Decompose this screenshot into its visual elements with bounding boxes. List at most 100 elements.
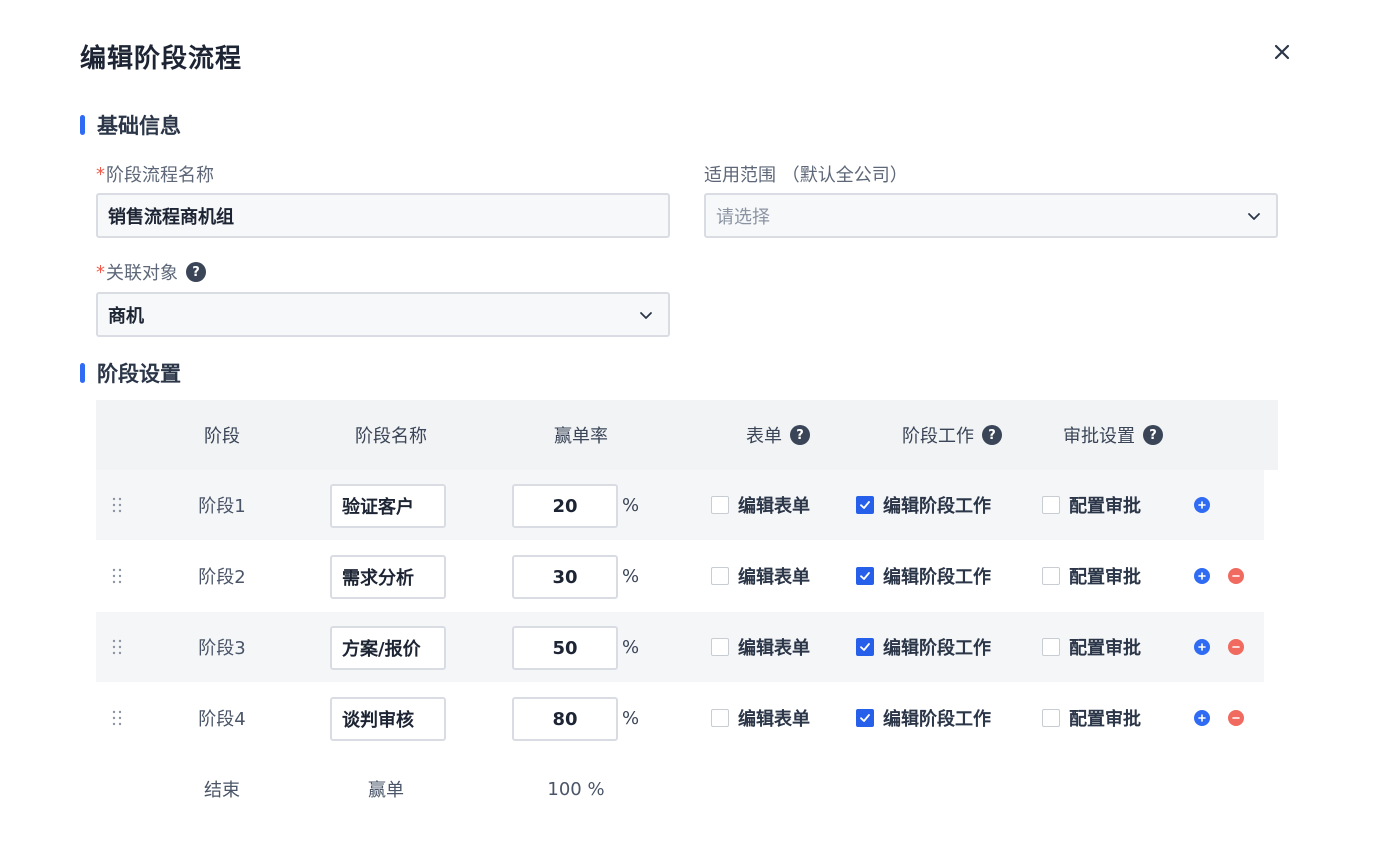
percent-sign: %: [622, 565, 640, 587]
question-circle-icon[interactable]: ?: [982, 425, 1002, 445]
checkbox[interactable]: [711, 638, 729, 656]
percent-sign: %: [622, 494, 640, 516]
checkbox[interactable]: [856, 496, 874, 514]
checkbox[interactable]: [711, 567, 729, 585]
check-icon: [860, 572, 870, 580]
checkbox[interactable]: [1042, 567, 1060, 585]
config-approval-checkbox[interactable]: 配置审批: [1042, 683, 1141, 753]
edit-stage-work-checkbox[interactable]: 编辑阶段工作: [856, 541, 991, 611]
stage-name-input[interactable]: 谈判审核: [330, 697, 446, 741]
section-accent-bar: [80, 115, 85, 135]
edit-form-label: 编辑表单: [738, 496, 810, 517]
table-row: 阶段3 方案/报价 50 % 编辑表单 编辑阶段工作 配置审批: [96, 612, 1264, 682]
check-icon: [860, 501, 870, 509]
stage-flow-name-input[interactable]: 销售流程商机组: [96, 193, 670, 238]
drag-handle-icon[interactable]: [110, 497, 124, 513]
config-approval-checkbox[interactable]: 配置审批: [1042, 541, 1141, 611]
chevron-down-icon: [640, 311, 652, 319]
drag-handle-icon[interactable]: [110, 710, 124, 726]
add-stage-button[interactable]: [1194, 568, 1210, 584]
config-approval-checkbox[interactable]: 配置审批: [1042, 470, 1141, 540]
related-object-label: * 关联对象 ?: [96, 259, 206, 285]
config-approval-label: 配置审批: [1069, 638, 1141, 659]
chevron-down-icon: [1248, 212, 1260, 220]
end-win-rate: 100 %: [547, 778, 605, 800]
stage-table-header: 阶段 阶段名称 赢单率 表单 ? 阶段工作 ? 审批设置 ?: [96, 400, 1278, 470]
win-rate-input[interactable]: 30: [512, 555, 618, 599]
plus-circle-icon: [1198, 572, 1206, 580]
stage-label: 阶段2: [198, 567, 246, 588]
close-button[interactable]: [1268, 38, 1296, 66]
close-icon: [1274, 44, 1290, 60]
scope-select[interactable]: 请选择: [704, 193, 1278, 238]
question-circle-icon[interactable]: ?: [186, 262, 206, 282]
column-header-form: 表单 ?: [718, 400, 838, 470]
minus-circle-icon: [1232, 646, 1240, 648]
question-circle-icon[interactable]: ?: [1143, 425, 1163, 445]
table-row: 阶段4 谈判审核 80 % 编辑表单 编辑阶段工作 配置审批: [96, 683, 1264, 753]
check-icon: [860, 643, 870, 651]
required-mark: *: [96, 261, 105, 283]
basic-info-section-header: 基础信息: [80, 110, 181, 140]
edit-form-checkbox[interactable]: 编辑表单: [711, 470, 810, 540]
checkbox[interactable]: [1042, 709, 1060, 727]
plus-circle-icon: [1198, 501, 1206, 509]
column-header-approval: 审批设置 ?: [1044, 400, 1182, 470]
edit-stage-work-checkbox[interactable]: 编辑阶段工作: [856, 683, 991, 753]
edit-form-checkbox[interactable]: 编辑表单: [711, 541, 810, 611]
percent-sign: %: [622, 707, 640, 729]
add-stage-button[interactable]: [1194, 639, 1210, 655]
plus-circle-icon: [1198, 714, 1206, 722]
column-header-win-rate: 赢单率: [554, 426, 608, 447]
question-circle-icon[interactable]: ?: [790, 425, 810, 445]
column-header-stage-work: 阶段工作 ?: [872, 400, 1032, 470]
stage-name-input[interactable]: 方案/报价: [330, 626, 446, 670]
checkbox[interactable]: [711, 496, 729, 514]
config-approval-label: 配置审批: [1069, 709, 1141, 730]
config-approval-label: 配置审批: [1069, 567, 1141, 588]
add-stage-button[interactable]: [1194, 710, 1210, 726]
end-stage-name: 赢单: [368, 780, 404, 801]
scope-placeholder: 请选择: [716, 206, 770, 228]
plus-circle-icon: [1198, 643, 1206, 651]
stage-flow-name-label: * 阶段流程名称: [96, 161, 214, 187]
checkbox[interactable]: [856, 709, 874, 727]
table-row: 阶段1 验证客户 20 % 编辑表单 编辑阶段工作 配置审批: [96, 470, 1264, 540]
config-approval-checkbox[interactable]: 配置审批: [1042, 612, 1141, 682]
edit-form-checkbox[interactable]: 编辑表单: [711, 683, 810, 753]
remove-stage-button[interactable]: [1228, 639, 1244, 655]
related-object-label-text: 关联对象: [106, 263, 178, 284]
column-header-form-text: 表单: [746, 426, 782, 447]
column-header-stage-name: 阶段名称: [355, 426, 427, 447]
stage-label: 阶段4: [198, 709, 246, 730]
checkbox[interactable]: [1042, 638, 1060, 656]
edit-stage-work-label: 编辑阶段工作: [883, 567, 991, 588]
check-icon: [860, 714, 870, 722]
checkbox[interactable]: [856, 567, 874, 585]
stage-label: 阶段3: [198, 638, 246, 659]
minus-circle-icon: [1232, 575, 1240, 577]
win-rate-input[interactable]: 50: [512, 626, 618, 670]
remove-stage-button[interactable]: [1228, 568, 1244, 584]
scope-label-text: 适用范围 （默认全公司）: [704, 165, 908, 186]
edit-stage-work-checkbox[interactable]: 编辑阶段工作: [856, 612, 991, 682]
related-object-select[interactable]: 商机: [96, 292, 670, 337]
stage-name-input[interactable]: 需求分析: [330, 555, 446, 599]
edit-form-label: 编辑表单: [738, 709, 810, 730]
column-header-stage: 阶段: [204, 426, 240, 447]
win-rate-input[interactable]: 20: [512, 484, 618, 528]
required-mark: *: [96, 163, 105, 185]
win-rate-input[interactable]: 80: [512, 697, 618, 741]
drag-handle-icon[interactable]: [110, 568, 124, 584]
remove-stage-button[interactable]: [1228, 710, 1244, 726]
checkbox[interactable]: [1042, 496, 1060, 514]
table-row: 阶段2 需求分析 30 % 编辑表单 编辑阶段工作 配置审批: [96, 541, 1264, 611]
drag-handle-icon[interactable]: [110, 639, 124, 655]
stage-label: 阶段1: [198, 496, 246, 517]
checkbox[interactable]: [711, 709, 729, 727]
checkbox[interactable]: [856, 638, 874, 656]
edit-stage-work-checkbox[interactable]: 编辑阶段工作: [856, 470, 991, 540]
stage-name-input[interactable]: 验证客户: [330, 484, 446, 528]
add-stage-button[interactable]: [1194, 497, 1210, 513]
edit-form-checkbox[interactable]: 编辑表单: [711, 612, 810, 682]
